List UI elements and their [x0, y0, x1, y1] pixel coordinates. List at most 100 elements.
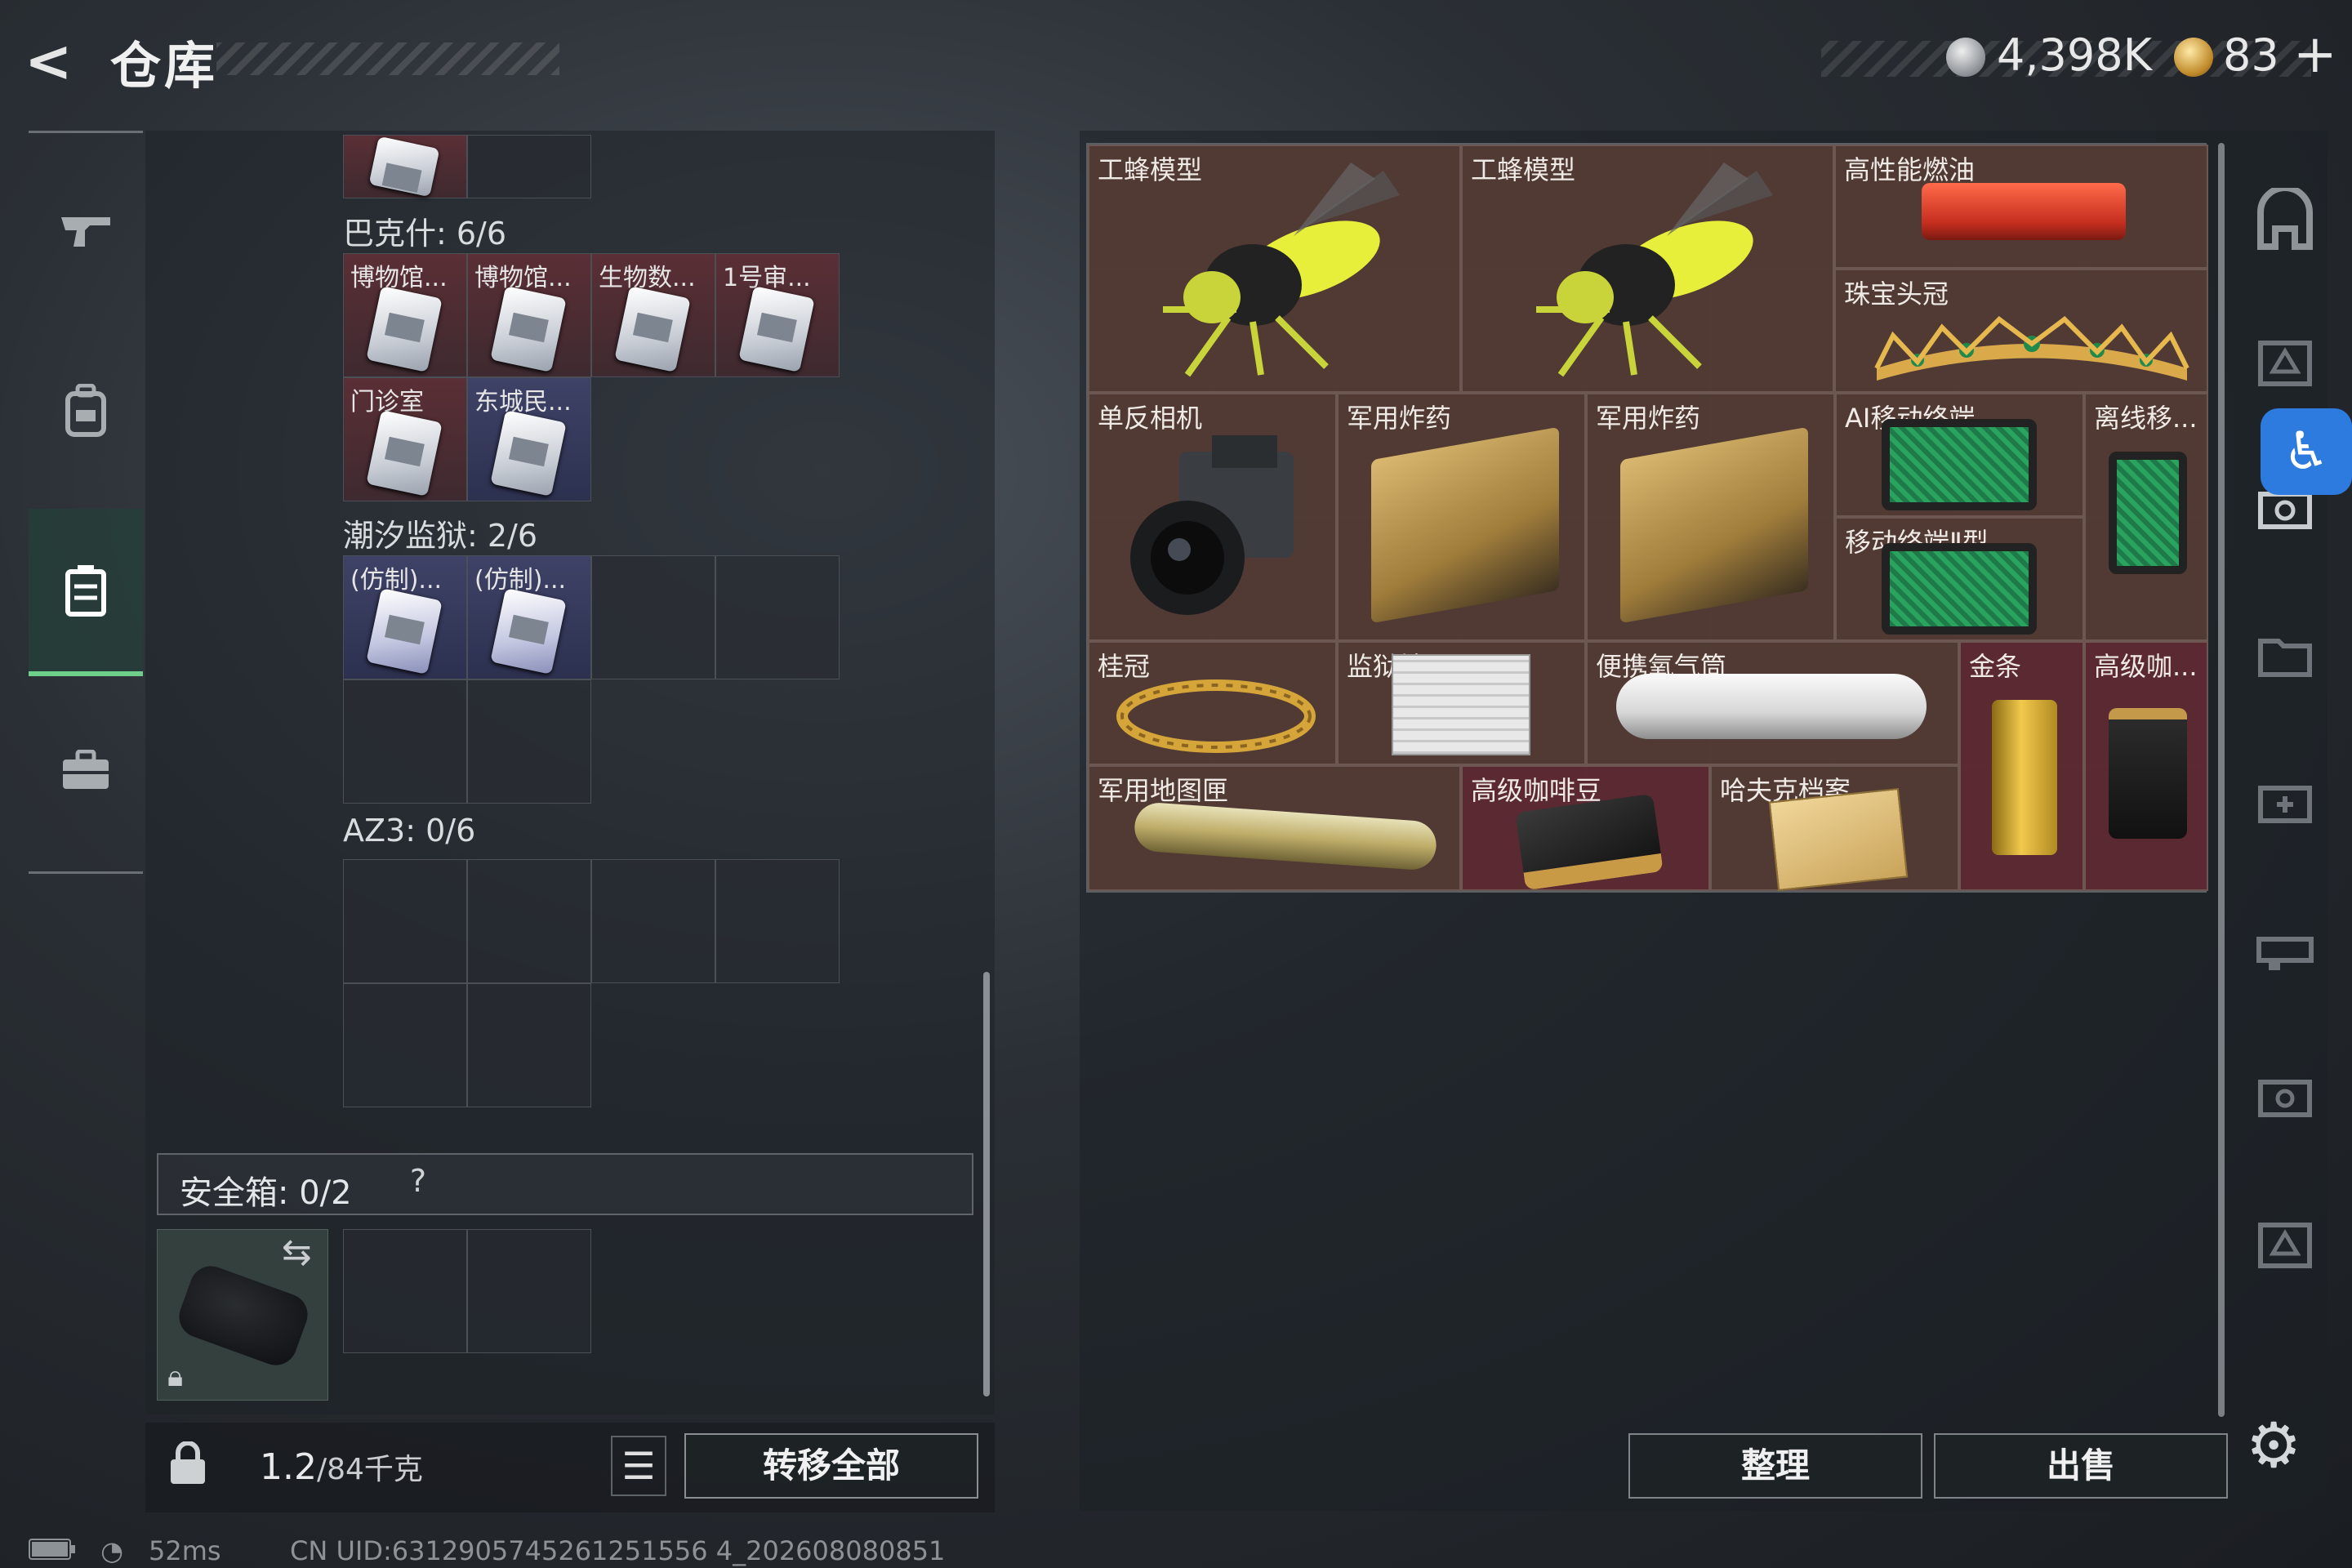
stash-item[interactable]: 哈夫克档案	[1710, 765, 1959, 892]
stash-item[interactable]: 工蜂模型	[1088, 145, 1461, 393]
add-currency-button[interactable]: +	[2293, 24, 2337, 85]
secure-case-icon	[173, 1260, 314, 1371]
stash-scrollbar[interactable]	[2218, 143, 2225, 1417]
page-title: 仓库	[110, 36, 219, 96]
gold-bar-icon	[1992, 700, 2057, 855]
title-stripe-decoration	[216, 42, 559, 75]
nav-container[interactable]	[29, 509, 143, 676]
stash-item[interactable]: 高级咖啡豆	[1461, 765, 1710, 891]
folder-icon	[1768, 787, 1909, 892]
keycard-icon	[366, 588, 443, 675]
filter-tier3-b[interactable]	[2244, 1209, 2326, 1282]
stash-grid: 工蜂模型 工蜂模型 高性能燃油 珠宝头冠 单反相机 军用炸药 军用炸药 AI移动…	[1086, 143, 2208, 893]
slot[interactable]	[343, 859, 467, 983]
stash-item[interactable]: 军用炸药	[1337, 393, 1586, 641]
slot[interactable]	[467, 859, 591, 983]
item-label: 生物数...	[599, 264, 696, 292]
slot[interactable]	[591, 555, 715, 679]
help-icon[interactable]: ?	[400, 1163, 436, 1199]
list-view-button[interactable]: ☰	[611, 1436, 666, 1496]
stash-item[interactable]: 监狱地图1	[1337, 641, 1586, 765]
arrow-left-icon: <	[24, 28, 73, 95]
slot[interactable]	[715, 859, 840, 983]
battery-wifi-status: ◔	[29, 1535, 123, 1566]
transfer-all-button[interactable]: 转移全部	[684, 1433, 978, 1499]
item-name: 离线移...	[2094, 403, 2198, 434]
gear-part-filter-icon	[2258, 1080, 2312, 1117]
slot[interactable]	[343, 135, 467, 198]
slot[interactable]	[343, 983, 467, 1107]
slot[interactable]	[467, 679, 591, 804]
card-item-icon	[368, 136, 440, 198]
gear-icon: ⚙	[2246, 1409, 2302, 1481]
slot[interactable]	[467, 1229, 591, 1353]
stash-item[interactable]: 珠宝头冠	[1834, 269, 2208, 393]
weight-readout: 1.2/84千克	[260, 1446, 423, 1488]
nav-weapon[interactable]	[29, 149, 143, 313]
stash-item[interactable]: AI移动终端	[1835, 393, 2084, 517]
slot[interactable]	[467, 135, 591, 198]
sort-button[interactable]: 整理	[1628, 1433, 1922, 1499]
keycard-icon	[738, 286, 815, 372]
item-tier-icon	[2258, 341, 2312, 386]
slot-item[interactable]: 博物馆...	[343, 253, 467, 377]
slot-item[interactable]: 门诊室	[343, 377, 467, 501]
camera-icon	[1130, 435, 1294, 615]
item-name: 高级咖啡豆	[1471, 775, 1602, 806]
pistol-icon	[61, 217, 110, 247]
filter-tier3-tools[interactable]	[2244, 915, 2326, 988]
item-name: 高级咖...	[2094, 651, 2198, 682]
stash-item[interactable]: 军用炸药	[1586, 393, 1835, 641]
keycard-icon	[366, 410, 443, 497]
stash-item[interactable]: 便携氧气筒	[1586, 641, 1959, 765]
slot-item[interactable]: 生物数...	[591, 253, 715, 377]
container-label-bakesh: 巴克什: 6/6	[343, 216, 507, 252]
slot-item[interactable]: 东城民...	[467, 377, 591, 501]
stash-item[interactable]: 离线移...	[2084, 393, 2208, 641]
settings-button[interactable]: ⚙	[2246, 1409, 2301, 1481]
folder-filter-icon	[2258, 639, 2312, 677]
accessibility-button[interactable]: ♿︎	[2261, 408, 2352, 495]
left-scrollbar[interactable]	[983, 972, 990, 1396]
nav-backpack[interactable]	[29, 329, 143, 492]
filter-tier5[interactable]	[2244, 1062, 2326, 1135]
swap-icon[interactable]: ⇆	[282, 1232, 312, 1273]
stash-item[interactable]: 单反相机	[1088, 393, 1337, 641]
back-button[interactable]: <	[24, 29, 90, 94]
keycard-icon	[490, 286, 567, 372]
terminal-icon	[1882, 419, 2037, 510]
filter-all[interactable]	[2244, 185, 2326, 261]
stash-item[interactable]: 高性能燃油	[1834, 145, 2208, 269]
gold-coin-icon	[2174, 38, 2213, 77]
filter-tier3-a[interactable]	[2244, 327, 2326, 400]
filter-tier4-docs[interactable]	[2244, 621, 2326, 694]
slot-item[interactable]: 博物馆...	[467, 253, 591, 377]
laurel-crown-icon	[1116, 679, 1316, 753]
stash-item[interactable]: 高级咖...	[2084, 641, 2208, 891]
filter-tier4-medical[interactable]	[2244, 768, 2326, 841]
right-filter-nav	[2228, 131, 2326, 1356]
slot[interactable]	[715, 555, 840, 679]
slot-item[interactable]: (仿制)...	[467, 555, 591, 679]
slot[interactable]	[467, 983, 591, 1107]
stash-item[interactable]: 桂冠	[1088, 641, 1337, 765]
battery-icon	[29, 1539, 75, 1560]
stash-item[interactable]: 移动终端Ⅱ型	[1835, 517, 2084, 641]
sell-button[interactable]: 出售	[1934, 1433, 2228, 1499]
tiara-icon	[1874, 316, 2189, 381]
tools-filter-icon	[2256, 937, 2314, 970]
stash-item[interactable]: 金条	[1959, 641, 2084, 891]
slot[interactable]	[343, 679, 467, 804]
slot-item[interactable]: (仿制)...	[343, 555, 467, 679]
map-tube-icon	[1133, 801, 1438, 871]
slot[interactable]	[343, 1229, 467, 1353]
slot[interactable]	[591, 859, 715, 983]
slot-item[interactable]: 1号审...	[715, 253, 840, 377]
stash-item[interactable]: 工蜂模型	[1461, 145, 1834, 393]
uid-text: CN UID:6312905745261251556 4_20260808085…	[290, 1535, 946, 1566]
nav-briefcase[interactable]	[29, 688, 143, 852]
item-label: 博物馆...	[474, 264, 572, 292]
stash-item[interactable]: 军用地图匣	[1088, 765, 1461, 891]
container-label-az3: AZ3: 0/6	[343, 813, 476, 849]
item-name: 军用炸药	[1596, 403, 1701, 434]
